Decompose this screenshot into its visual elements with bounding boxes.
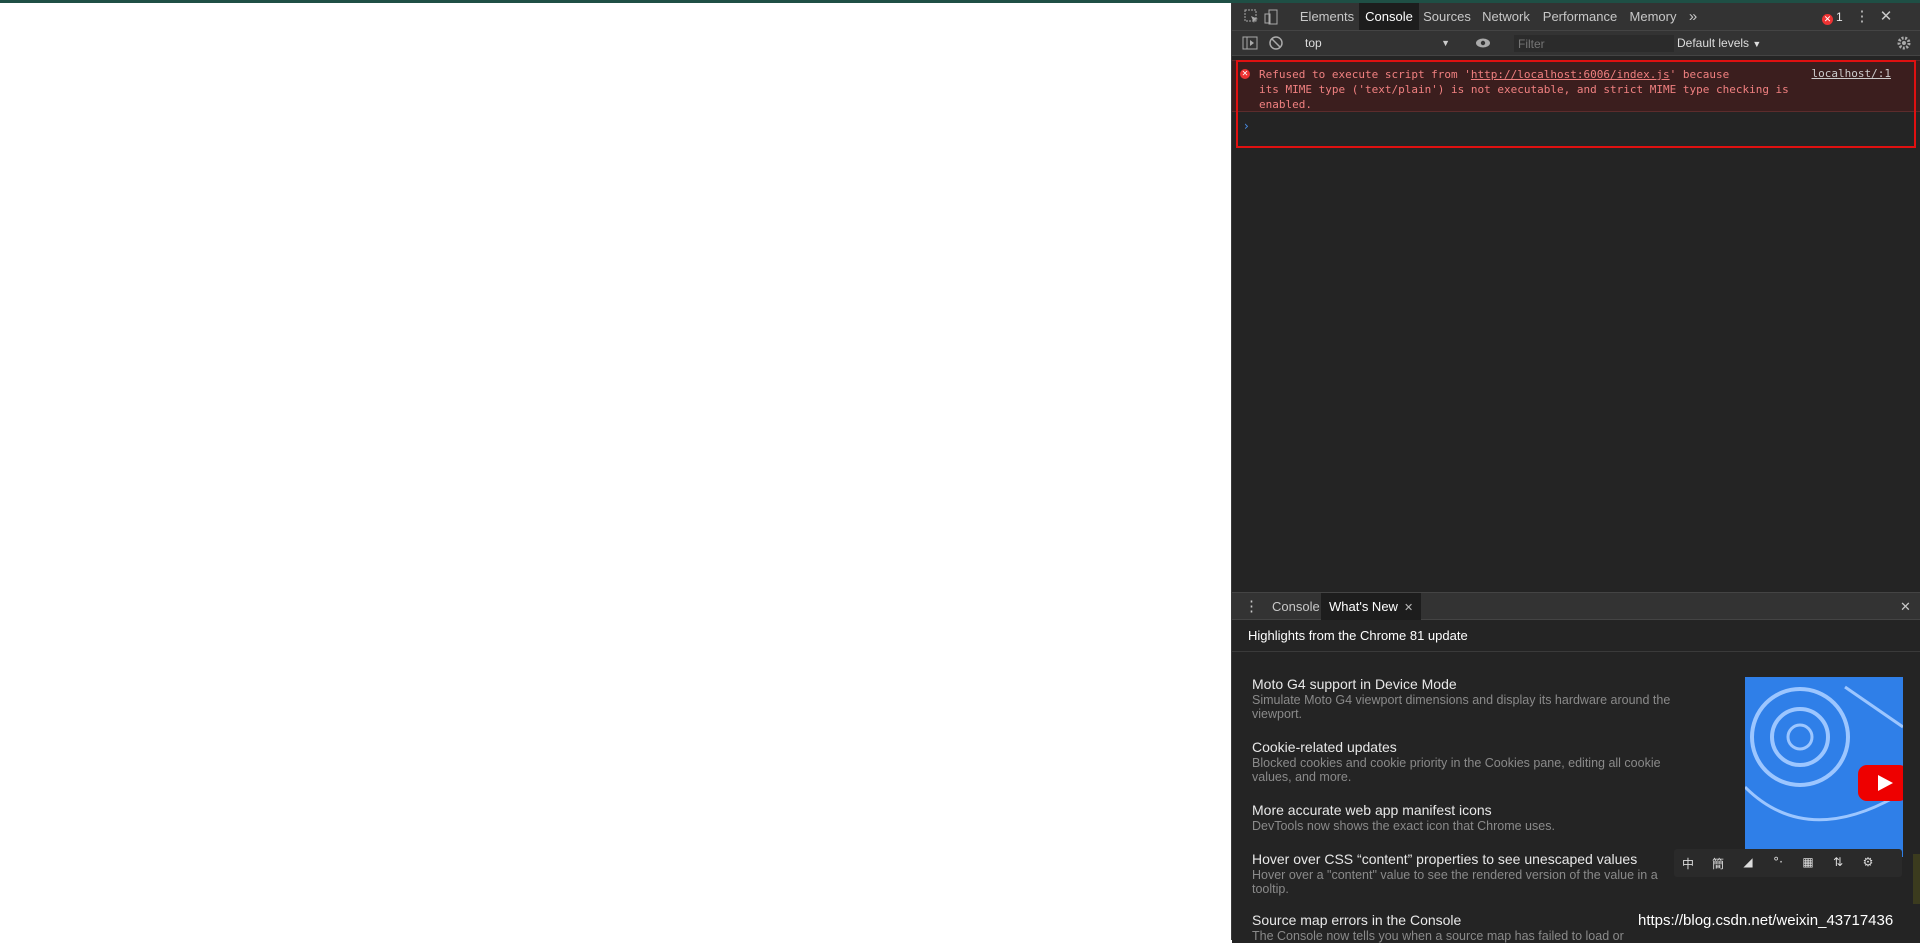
chevron-down-icon: ▼ — [1441, 38, 1450, 48]
video-thumbnail[interactable] — [1745, 677, 1903, 857]
watermark-text: https://blog.csdn.net/weixin_43717436 — [1638, 912, 1894, 929]
feature-description: The Console now tells you when a source … — [1252, 929, 1624, 943]
feature-item[interactable]: Moto G4 support in Device Mode Simulate … — [1252, 676, 1692, 721]
console-toolbar: top▼ Default levels ▼ — [1232, 31, 1920, 56]
drawer-tab-whats-new[interactable]: What's New ✕ — [1321, 593, 1422, 620]
script-url-link[interactable]: http://localhost:6006/index.js — [1471, 68, 1670, 81]
close-tab-icon[interactable]: ✕ — [1404, 602, 1413, 614]
feature-item[interactable]: More accurate web app manifest icons Dev… — [1252, 802, 1692, 833]
play-icon[interactable] — [1858, 765, 1903, 801]
error-icon: ✕ — [1240, 69, 1250, 79]
drawer-tab-console[interactable]: Console — [1272, 593, 1320, 620]
inspect-element-icon[interactable] — [1244, 9, 1260, 25]
tab-elements[interactable]: Elements — [1297, 3, 1357, 30]
error-icon: ✕ — [1822, 14, 1833, 25]
kebab-menu-icon[interactable]: ⋮ — [1854, 3, 1870, 30]
ime-settings-gear-icon[interactable]: ⚙ — [1858, 855, 1878, 869]
log-levels-dropdown[interactable]: Default levels ▼ — [1677, 35, 1761, 52]
feature-title: Hover over CSS “content” properties to s… — [1252, 851, 1638, 867]
error-message-text: Refused to execute script from 'http://l… — [1259, 68, 1789, 111]
tab-console[interactable]: Console — [1359, 3, 1419, 30]
feature-title: More accurate web app manifest icons — [1252, 802, 1492, 818]
tab-network[interactable]: Network — [1477, 3, 1535, 30]
edge-scroll-indicator — [1913, 854, 1920, 904]
sidebar-toggle-icon[interactable] — [1242, 35, 1258, 51]
feature-title: Cookie-related updates — [1252, 739, 1397, 755]
filter-input[interactable] — [1514, 35, 1674, 52]
live-expression-eye-icon[interactable] — [1475, 35, 1491, 51]
ime-toolbar: 中 簡 ◢ °· ▦ ⇅ ⚙ — [1674, 849, 1902, 877]
console-messages: ✕ Refused to execute script from 'http:/… — [1232, 56, 1920, 592]
tab-memory[interactable]: Memory — [1624, 3, 1682, 30]
ime-chinese-icon[interactable]: 中 — [1678, 855, 1698, 872]
clear-console-icon[interactable] — [1268, 35, 1284, 51]
feature-item[interactable]: Hover over CSS “content” properties to s… — [1252, 851, 1692, 896]
feature-title: Moto G4 support in Device Mode — [1252, 676, 1457, 692]
feature-description: Blocked cookies and cookie priority in t… — [1252, 756, 1661, 784]
drawer-menu-icon[interactable]: ⋮ — [1244, 593, 1259, 620]
feature-item[interactable]: Source map errors in the Console The Con… — [1252, 912, 1692, 943]
console-prompt[interactable]: › — [1244, 119, 1249, 133]
ime-simplified-icon[interactable]: 簡 — [1708, 855, 1728, 872]
feature-description: Hover over a "content" value to see the … — [1252, 868, 1658, 896]
devtools-panel: Elements Console Sources Network Perform… — [1231, 3, 1920, 943]
ime-emoji-icon[interactable]: °· — [1768, 855, 1788, 869]
devtools-tabbar: Elements Console Sources Network Perform… — [1232, 3, 1920, 31]
ime-switch-icon[interactable]: ⇅ — [1828, 855, 1848, 869]
blank-page-viewport — [0, 3, 1231, 940]
more-tabs-icon[interactable]: » — [1686, 3, 1700, 30]
drawer-tabbar: ⋮ Console What's New ✕ ✕ — [1232, 592, 1920, 620]
chevron-down-icon: ▼ — [1752, 39, 1762, 49]
ime-punctuation-icon[interactable]: ◢ — [1738, 855, 1758, 869]
feature-description: DevTools now shows the exact icon that C… — [1252, 819, 1555, 833]
source-location-link[interactable]: localhost/:1 — [1812, 67, 1891, 80]
whats-new-content: Moto G4 support in Device Mode Simulate … — [1232, 652, 1920, 943]
console-settings-gear-icon[interactable] — [1896, 35, 1912, 51]
feature-description: Simulate Moto G4 viewport dimensions and… — [1252, 693, 1671, 721]
feature-title: Source map errors in the Console — [1252, 912, 1462, 928]
context-selector[interactable]: top ▼ — [1305, 35, 1450, 52]
feature-item[interactable]: Cookie-related updates Blocked cookies a… — [1252, 739, 1692, 784]
error-message-row[interactable]: ✕ Refused to execute script from 'http:/… — [1232, 60, 1920, 112]
tab-sources[interactable]: Sources — [1421, 3, 1473, 30]
close-drawer-icon[interactable]: ✕ — [1900, 593, 1911, 620]
device-toolbar-icon[interactable] — [1264, 9, 1280, 25]
error-count-badge[interactable]: ✕ 1 — [1822, 9, 1843, 25]
tab-performance[interactable]: Performance — [1540, 3, 1620, 30]
ime-keyboard-icon[interactable]: ▦ — [1798, 855, 1818, 869]
whats-new-header: Highlights from the Chrome 81 update — [1232, 620, 1920, 652]
close-devtools-icon[interactable]: ✕ — [1878, 3, 1894, 30]
